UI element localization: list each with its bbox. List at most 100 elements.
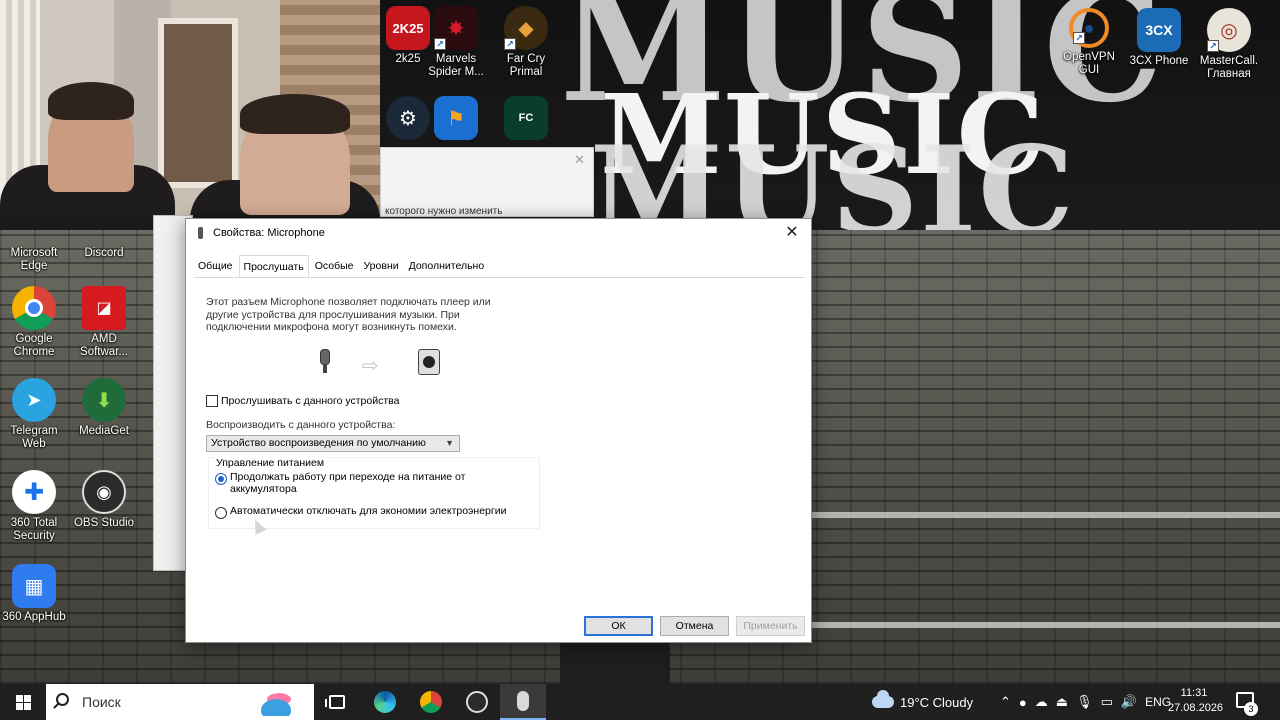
chrome-icon (420, 691, 442, 713)
start-button[interactable] (4, 684, 42, 720)
close-button[interactable]: ✕ (779, 221, 805, 245)
desktop-icon-cs[interactable]: ⚑ (420, 96, 492, 140)
cloud-icon (872, 690, 894, 708)
desktop-icon-360-security[interactable]: ✚ 360 Total Security (0, 470, 70, 543)
chevron-down-icon: ▼ (445, 438, 454, 448)
counter-strike-icon: ⚑ (434, 96, 478, 140)
network-icon[interactable]: ▭ (1101, 694, 1113, 710)
farcry-icon: ◆ ↗ (504, 6, 548, 50)
desktop-icon-label: Discord (84, 247, 124, 259)
desktop-icon-label: MediaGet (79, 425, 129, 437)
icon-badge-text: 3CX (1145, 22, 1173, 38)
radio-button[interactable] (215, 507, 227, 519)
taskbar-search-box[interactable]: Поиск (46, 684, 314, 720)
usb-icon[interactable]: ⏏ (1056, 694, 1068, 710)
desktop-icon-obs[interactable]: ◉ OBS Studio (68, 470, 140, 530)
taskbar-app-recorder[interactable] (454, 684, 500, 720)
desktop-icon-openvpn[interactable]: ● ↗ OpenVPN GUI (1053, 8, 1125, 77)
notification-badge: 3 (1244, 702, 1258, 716)
chevron-up-icon[interactable]: ⌃ (1000, 694, 1011, 710)
tab-advanced[interactable]: Дополнительно (405, 257, 489, 277)
arrow-right-icon: ⇨ (362, 355, 379, 377)
close-icon[interactable]: ✕ (574, 152, 585, 168)
fc26-icon: FC (504, 96, 548, 140)
listen-checkbox-row[interactable]: Прослушивать с данного устройства (206, 395, 399, 407)
desktop-icon-label: Google Chrome (13, 333, 55, 358)
desktop-icon-spiderman[interactable]: ✸ ↗ Marvels Spider M... (420, 6, 492, 79)
tab-levels[interactable]: Уровни (359, 257, 402, 277)
clock[interactable]: 11:31 27.08.2026 (1168, 686, 1224, 716)
desktop-icon-label: MasterCall. Главная (1199, 55, 1259, 80)
desktop-icon-label: OpenVPN GUI (1063, 51, 1115, 76)
webcam-person-right-hair (240, 94, 350, 134)
weather-widget[interactable]: 19°C Cloudy (872, 684, 973, 720)
microphone-tray-icon[interactable]: 🎙 (1076, 694, 1093, 710)
mediaget-icon: ⬇ (82, 378, 126, 422)
playback-device-label: Воспроизводить с данного устройства: (206, 419, 396, 431)
listen-checkbox-label[interactable]: Прослушивать с данного устройства (221, 395, 399, 407)
radio-button[interactable] (215, 473, 227, 485)
clock-time: 11:31 (1180, 687, 1208, 699)
desktop-icon-fc26[interactable]: FC (490, 96, 562, 140)
desktop-icon-farcry[interactable]: ◆ ↗ Far Cry Primal (490, 6, 562, 79)
task-view-icon (325, 695, 345, 709)
desktop-icon-amd[interactable]: ◪ AMD Softwar... (68, 286, 140, 359)
desktop-icon-label: Telegram Web (10, 425, 58, 450)
tab-listen[interactable]: Прослушать (238, 255, 309, 277)
desktop-icon-360-apphub[interactable]: ▦ 360 AppHub (0, 564, 70, 624)
shortcut-arrow-icon: ↗ (1207, 40, 1219, 52)
tab-general[interactable]: Общие (194, 257, 237, 277)
record-icon (466, 691, 488, 713)
dialog-title: Свойства: Microphone (213, 227, 325, 239)
desktop-icon-label: 3CX Phone (1129, 55, 1189, 67)
desktop-icon-label: Marvels Spider M... (428, 53, 484, 78)
search-highlight-flamingo-icon (246, 688, 306, 716)
tab-special[interactable]: Особые (311, 257, 358, 277)
taskbar: Поиск 19°C Cloudy ⌃ ● ☁ ⏏ 🎙 ▭ 🔊 ENG 11:3… (0, 684, 1280, 720)
onedrive-icon[interactable]: ☁ (1035, 694, 1048, 710)
background-window[interactable]: ✕ которого нужно изменить (380, 147, 594, 217)
desktop-icon-mastercall[interactable]: ◎ ↗ MasterCall. Главная (1193, 8, 1265, 81)
360-security-icon: ✚ (12, 470, 56, 514)
power-option-label[interactable]: Автоматически отключать для экономии эле… (230, 505, 530, 518)
playback-device-select[interactable]: Устройство воспроизведения по умолчанию … (206, 435, 460, 452)
wallpaper-rail (800, 622, 1280, 628)
telegram-icon: ➤ (12, 378, 56, 422)
background-window-text: которого нужно изменить (385, 206, 503, 217)
desktop-icon-label: Far Cry Primal (506, 53, 546, 78)
windows-logo-icon (15, 694, 31, 710)
desktop-icon-mediaget[interactable]: ⬇ MediaGet (68, 378, 140, 438)
power-management-title: Управление питанием (215, 457, 326, 469)
power-option-auto-off[interactable]: Автоматически отключать для экономии эле… (215, 505, 530, 519)
desktop-icon-chrome[interactable]: Google Chrome (0, 286, 70, 359)
shortcut-arrow-icon: ↗ (434, 38, 446, 50)
ok-button[interactable]: ОК (584, 616, 653, 636)
speaker-icon (418, 349, 440, 375)
webcam-person-left-hair (48, 82, 134, 120)
taskbar-sound-settings[interactable] (500, 684, 546, 720)
shortcut-arrow-icon: ↗ (504, 38, 516, 50)
dialog-titlebar[interactable]: Свойства: Microphone ✕ (186, 219, 811, 247)
taskbar-chrome[interactable] (408, 684, 454, 720)
3cx-phone-icon: 3CX (1137, 8, 1181, 52)
desktop-icon-3cx[interactable]: 3CX 3CX Phone (1123, 8, 1195, 68)
apply-button[interactable]: Применить (736, 616, 805, 636)
power-option-continue[interactable]: Продолжать работу при переходе на питани… (215, 471, 530, 495)
listen-checkbox[interactable] (206, 395, 218, 407)
power-option-label[interactable]: Продолжать работу при переходе на питани… (230, 471, 530, 495)
volume-icon[interactable]: 🔊 (1121, 694, 1137, 710)
microphone-small-icon (198, 227, 203, 239)
task-view-button[interactable] (314, 684, 360, 720)
tray-app-icon[interactable]: ● (1019, 695, 1027, 710)
device-illustration: ⇨ (316, 347, 446, 379)
shortcut-arrow-icon: ↗ (1073, 32, 1085, 44)
openvpn-icon: ● ↗ (1069, 8, 1109, 48)
taskbar-edge[interactable] (362, 684, 408, 720)
cancel-button[interactable]: Отмена (660, 616, 729, 636)
desktop-icon-telegram[interactable]: ➤ Telegram Web (0, 378, 70, 451)
search-icon (56, 693, 69, 706)
clock-date: 27.08.2026 (1168, 702, 1224, 714)
desktop-icon-label: 360 Total Security (10, 517, 58, 542)
icon-badge-text: 2K25 (392, 20, 424, 36)
microphone-icon (320, 349, 330, 375)
